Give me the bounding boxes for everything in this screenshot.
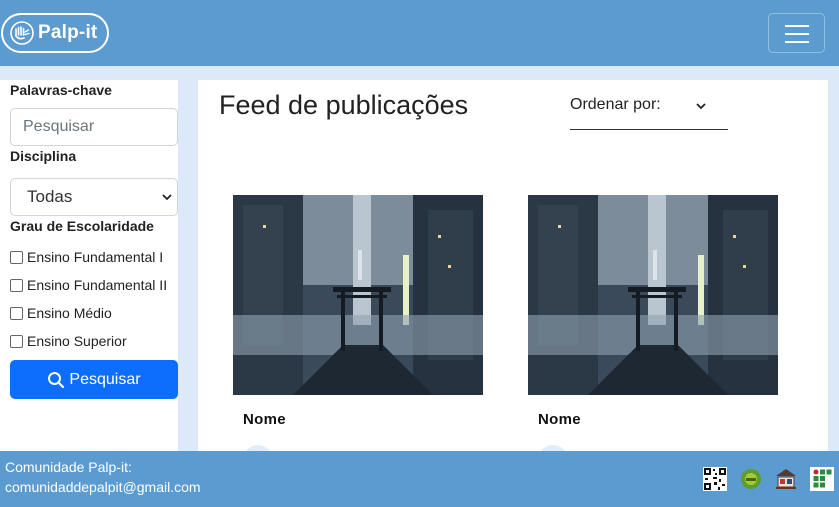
brand-logo[interactable]: Palp-it bbox=[1, 13, 109, 53]
institute-logo-icon[interactable] bbox=[810, 467, 834, 491]
discipline-selected-value: Todas bbox=[27, 187, 73, 206]
green-seal-icon[interactable] bbox=[739, 467, 763, 491]
level-option-medio[interactable]: Ensino Médio bbox=[10, 305, 112, 321]
post-card[interactable]: Nome bbox=[528, 195, 778, 451]
level-option-fundamental-1[interactable]: Ensino Fundamental I bbox=[10, 249, 163, 265]
level-option-label: Ensino Superior bbox=[27, 333, 127, 349]
level-option-superior[interactable]: Ensino Superior bbox=[10, 333, 127, 349]
post-card[interactable]: Nome bbox=[233, 195, 483, 451]
keyword-search-input[interactable] bbox=[10, 108, 178, 146]
footer-email[interactable]: comunidaddepalpit@gmail.com bbox=[5, 479, 201, 495]
discipline-label: Disciplina bbox=[10, 148, 77, 164]
footer-community-label: Comunidade Palp-it: bbox=[5, 459, 132, 475]
level-option-label: Ensino Médio bbox=[27, 305, 112, 321]
footer: Comunidade Palp-it: comunidaddepalpit@gm… bbox=[0, 451, 839, 507]
post-image[interactable] bbox=[528, 195, 778, 395]
feed-panel: Feed de publicações Ordenar por: Nome No… bbox=[198, 80, 828, 451]
chevron-down-icon bbox=[696, 103, 706, 110]
qr-code-icon[interactable] bbox=[703, 467, 727, 491]
checkbox[interactable] bbox=[10, 250, 23, 264]
top-navbar: Palp-it bbox=[0, 0, 839, 66]
level-option-label: Ensino Fundamental II bbox=[27, 277, 168, 293]
post-author-name: Nome bbox=[538, 411, 581, 428]
library-icon[interactable] bbox=[774, 467, 798, 491]
hamburger-icon-bottom bbox=[785, 41, 809, 43]
education-level-label: Grau de Escolaridade bbox=[10, 218, 154, 234]
hamburger-icon bbox=[785, 25, 809, 27]
search-button[interactable]: Pesquisar bbox=[10, 360, 178, 399]
checkbox[interactable] bbox=[10, 278, 23, 292]
filter-sidebar: Palavras-chave Disciplina Todas Grau de … bbox=[0, 80, 178, 451]
page-title: Feed de publicações bbox=[219, 90, 469, 120]
search-icon bbox=[48, 371, 65, 388]
search-button-label: Pesquisar bbox=[69, 370, 141, 388]
hands-icon bbox=[10, 21, 34, 45]
keywords-label: Palavras-chave bbox=[10, 82, 112, 98]
level-option-fundamental-2[interactable]: Ensino Fundamental II bbox=[10, 277, 167, 293]
checkbox[interactable] bbox=[10, 306, 23, 320]
order-by-label: Ordenar por: bbox=[570, 96, 661, 113]
discipline-select[interactable]: Todas bbox=[10, 178, 178, 216]
post-author-name: Nome bbox=[243, 411, 286, 428]
level-option-label: Ensino Fundamental I bbox=[27, 249, 164, 265]
chevron-down-icon bbox=[162, 194, 172, 201]
post-image[interactable] bbox=[233, 195, 483, 395]
brand-name: Palp-it bbox=[38, 22, 98, 43]
checkbox[interactable] bbox=[10, 334, 23, 348]
order-by-select[interactable]: Ordenar por: bbox=[570, 90, 728, 130]
hamburger-icon-middle bbox=[785, 33, 809, 35]
menu-toggle-button[interactable] bbox=[768, 13, 825, 53]
